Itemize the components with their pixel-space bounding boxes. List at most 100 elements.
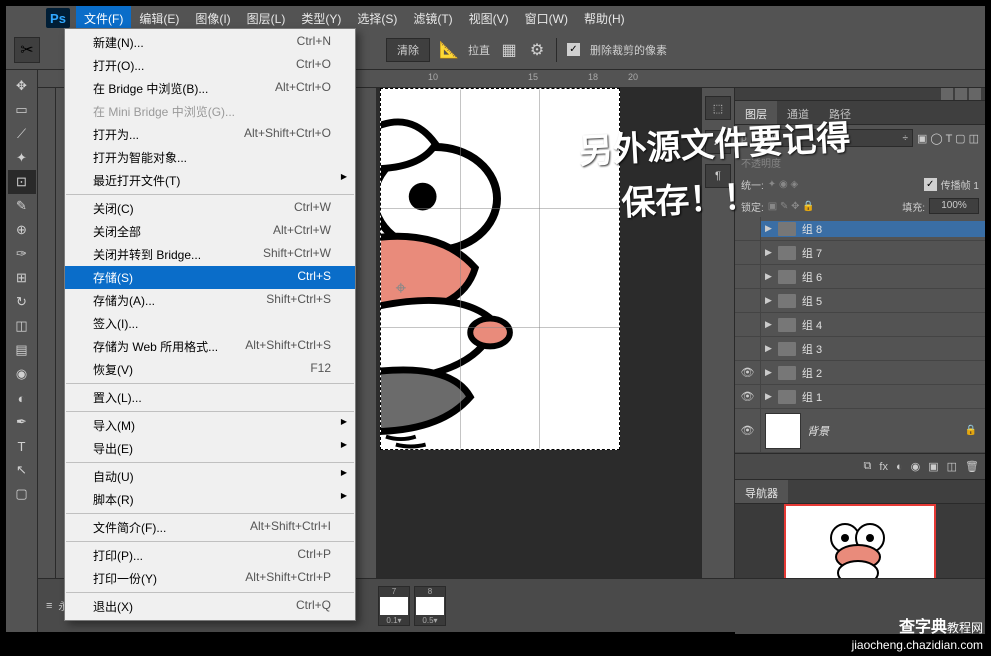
menu-edit[interactable]: 编辑(E): [131, 6, 187, 31]
fill-value[interactable]: 100%: [929, 198, 979, 214]
menu-item[interactable]: 打开为智能对象...: [65, 146, 355, 169]
dodge-tool[interactable]: ◐: [8, 386, 36, 410]
menu-file[interactable]: 文件(F): [76, 6, 131, 31]
menu-image[interactable]: 图像(I): [187, 6, 238, 31]
layer-row[interactable]: ▶组 5: [735, 289, 985, 313]
lasso-tool[interactable]: ⟋: [8, 122, 36, 146]
close-icon[interactable]: [969, 88, 981, 100]
menu-item[interactable]: 恢复(V)F12: [65, 358, 355, 381]
visibility-icon[interactable]: [735, 265, 761, 288]
panel-icon-para[interactable]: ¶: [705, 164, 731, 188]
menu-item[interactable]: 打印一份(Y)Alt+Shift+Ctrl+P: [65, 567, 355, 590]
menu-item[interactable]: 存储为 Web 所用格式...Alt+Shift+Ctrl+S: [65, 335, 355, 358]
layer-row[interactable]: 👁▶组 1: [735, 385, 985, 409]
marquee-tool[interactable]: ▭: [8, 98, 36, 122]
layer-row[interactable]: ▶组 8: [735, 217, 985, 241]
menu-window[interactable]: 窗口(W): [517, 6, 576, 31]
tab-paths[interactable]: 路径: [819, 101, 861, 124]
mask-icon[interactable]: ◐: [896, 461, 903, 473]
menu-item[interactable]: 退出(X)Ctrl+Q: [65, 595, 355, 618]
visibility-icon[interactable]: [735, 337, 761, 360]
tab-layers[interactable]: 图层: [735, 101, 777, 124]
wand-tool[interactable]: ✦: [8, 146, 36, 170]
menu-item[interactable]: 在 Bridge 中浏览(B)...Alt+Ctrl+O: [65, 77, 355, 100]
menu-item[interactable]: 导入(M): [65, 414, 355, 437]
crop-tool-icon[interactable]: ✂: [14, 37, 40, 63]
minimize-icon[interactable]: [941, 88, 953, 100]
trash-icon[interactable]: 🗑: [965, 460, 979, 473]
panel-icon-char[interactable]: A: [705, 130, 731, 154]
panel-icon-history[interactable]: ⬚: [705, 96, 731, 120]
path-select-tool[interactable]: ↖: [8, 458, 36, 482]
fx-icon[interactable]: fx: [879, 461, 888, 473]
menu-item[interactable]: 自动(U): [65, 465, 355, 488]
tab-navigator[interactable]: 导航器: [735, 480, 788, 503]
menu-item[interactable]: 打开为...Alt+Shift+Ctrl+O: [65, 123, 355, 146]
layer-row[interactable]: ▶组 3: [735, 337, 985, 361]
history-brush-tool[interactable]: ↻: [8, 290, 36, 314]
menu-item[interactable]: 最近打开文件(T): [65, 169, 355, 192]
menu-item[interactable]: 新建(N)...Ctrl+N: [65, 31, 355, 54]
shape-tool[interactable]: ▢: [8, 482, 36, 506]
menu-item[interactable]: 在 Mini Bridge 中浏览(G)...: [65, 100, 355, 123]
crop-tool[interactable]: ⊡: [8, 170, 36, 194]
menu-item[interactable]: 打开(O)...Ctrl+O: [65, 54, 355, 77]
blur-tool[interactable]: ◉: [8, 362, 36, 386]
stamp-tool[interactable]: ⊞: [8, 266, 36, 290]
eyedropper-tool[interactable]: ✎: [8, 194, 36, 218]
move-tool[interactable]: ✥: [8, 74, 36, 98]
menu-type[interactable]: 类型(Y): [293, 6, 349, 31]
menu-item[interactable]: 存储为(A)...Shift+Ctrl+S: [65, 289, 355, 312]
visibility-icon[interactable]: 👁: [735, 385, 761, 408]
new-layer-icon[interactable]: ◫: [947, 460, 957, 473]
straighten-icon[interactable]: 📐: [440, 41, 458, 59]
filter-type-select[interactable]: 类型÷: [751, 129, 913, 147]
visibility-icon[interactable]: 👁: [735, 409, 761, 452]
menu-item[interactable]: 关闭全部Alt+Ctrl+W: [65, 220, 355, 243]
menu-item[interactable]: 存储(S)Ctrl+S: [65, 266, 355, 289]
link-icon[interactable]: ⧉: [864, 460, 872, 473]
menu-help[interactable]: 帮助(H): [576, 6, 633, 31]
visibility-icon[interactable]: [735, 217, 761, 240]
layer-row[interactable]: ▶组 6: [735, 265, 985, 289]
visibility-icon[interactable]: [735, 313, 761, 336]
maximize-icon[interactable]: [955, 88, 967, 100]
timeline-frame[interactable]: 7 0.1▾: [378, 586, 410, 626]
brush-tool[interactable]: ✑: [8, 242, 36, 266]
canvas[interactable]: [380, 88, 620, 450]
gear-icon[interactable]: ⚙: [528, 41, 546, 59]
menu-item[interactable]: 打印(P)...Ctrl+P: [65, 544, 355, 567]
grid-icon[interactable]: ▦: [500, 41, 518, 59]
menu-item[interactable]: 文件简介(F)...Alt+Shift+Ctrl+I: [65, 516, 355, 539]
clear-button[interactable]: 清除: [386, 38, 430, 62]
menu-item[interactable]: 关闭并转到 Bridge...Shift+Ctrl+W: [65, 243, 355, 266]
eraser-tool[interactable]: ◫: [8, 314, 36, 338]
folder-icon[interactable]: ▣: [928, 460, 938, 473]
healing-tool[interactable]: ⊕: [8, 218, 36, 242]
visibility-icon[interactable]: [735, 241, 761, 264]
visibility-icon[interactable]: [735, 289, 761, 312]
layer-row[interactable]: ▶组 7: [735, 241, 985, 265]
background-layer[interactable]: 👁背景🔒: [735, 409, 985, 453]
menu-item[interactable]: 签入(I)...: [65, 312, 355, 335]
menu-item[interactable]: 关闭(C)Ctrl+W: [65, 197, 355, 220]
menu-item[interactable]: 导出(E): [65, 437, 355, 460]
menu-item[interactable]: 脚本(R): [65, 488, 355, 511]
visibility-icon[interactable]: 👁: [735, 361, 761, 384]
delete-cropped-checkbox[interactable]: ✓: [567, 43, 580, 56]
layer-row[interactable]: 👁▶组 2: [735, 361, 985, 385]
menu-view[interactable]: 视图(V): [461, 6, 517, 31]
menu-item[interactable]: 置入(L)...: [65, 386, 355, 409]
timeline-frame[interactable]: 8 0.5▾: [414, 586, 446, 626]
menu-select[interactable]: 选择(S): [349, 6, 405, 31]
adjust-icon[interactable]: ◉: [911, 460, 921, 473]
pen-tool[interactable]: ✒: [8, 410, 36, 434]
layer-row[interactable]: ▶组 4: [735, 313, 985, 337]
propagate-checkbox[interactable]: ✓: [924, 178, 937, 191]
gradient-tool[interactable]: ▤: [8, 338, 36, 362]
tab-channels[interactable]: 通道: [777, 101, 819, 124]
type-tool[interactable]: T: [8, 434, 36, 458]
menu-filter[interactable]: 滤镜(T): [405, 6, 460, 31]
menu-layer[interactable]: 图层(L): [239, 6, 294, 31]
canvas-area[interactable]: [376, 88, 701, 578]
